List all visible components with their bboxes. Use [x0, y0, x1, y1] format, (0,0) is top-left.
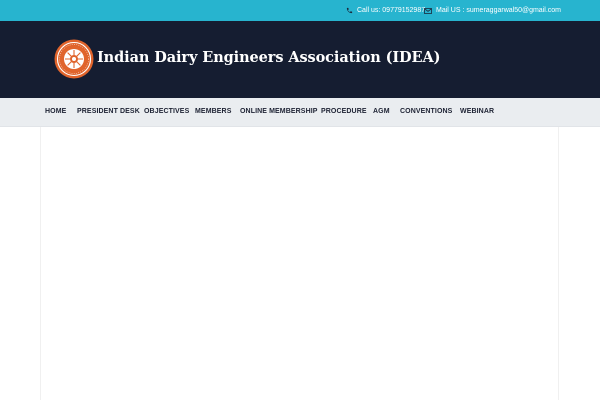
- envelope-icon: [424, 7, 432, 14]
- site-title[interactable]: Indian Dairy Engineers Association (IDEA…: [97, 49, 440, 66]
- phone-text: Call us: 09779152987: [357, 7, 426, 14]
- nav-item-conventions[interactable]: CONVENTIONS: [400, 98, 452, 126]
- mail-text: Mail US : sumeraggarwal50@gmail.com: [436, 7, 561, 14]
- nav-item-online-membership[interactable]: ONLINE MEMBERSHIP: [240, 98, 318, 126]
- nav-item-members[interactable]: MEMBERS: [195, 98, 231, 126]
- nav-item-objectives[interactable]: OBJECTIVES: [144, 98, 189, 126]
- nav-item-president-desk[interactable]: PRESIDENT DESK: [77, 98, 140, 126]
- top-contact-bar: Call us: 09779152987 Mail US : sumeragga…: [0, 0, 600, 21]
- phone-icon: [346, 7, 353, 14]
- nav-item-home[interactable]: HOME: [45, 98, 66, 126]
- phone-contact[interactable]: Call us: 09779152987: [346, 0, 425, 21]
- main-content-area: [40, 127, 559, 400]
- mail-contact[interactable]: Mail US : sumeraggarwal50@gmail.com: [424, 0, 561, 21]
- site-header: Indian Dairy Engineers Association (IDEA…: [0, 21, 600, 98]
- nav-item-agm[interactable]: AGM: [373, 98, 390, 126]
- nav-item-webinar[interactable]: WEBINAR: [460, 98, 494, 126]
- idea-emblem-logo[interactable]: [54, 39, 94, 79]
- main-navigation: HOME PRESIDENT DESK OBJECTIVES MEMBERS O…: [0, 98, 600, 127]
- nav-item-procedure[interactable]: PROCEDURE: [321, 98, 367, 126]
